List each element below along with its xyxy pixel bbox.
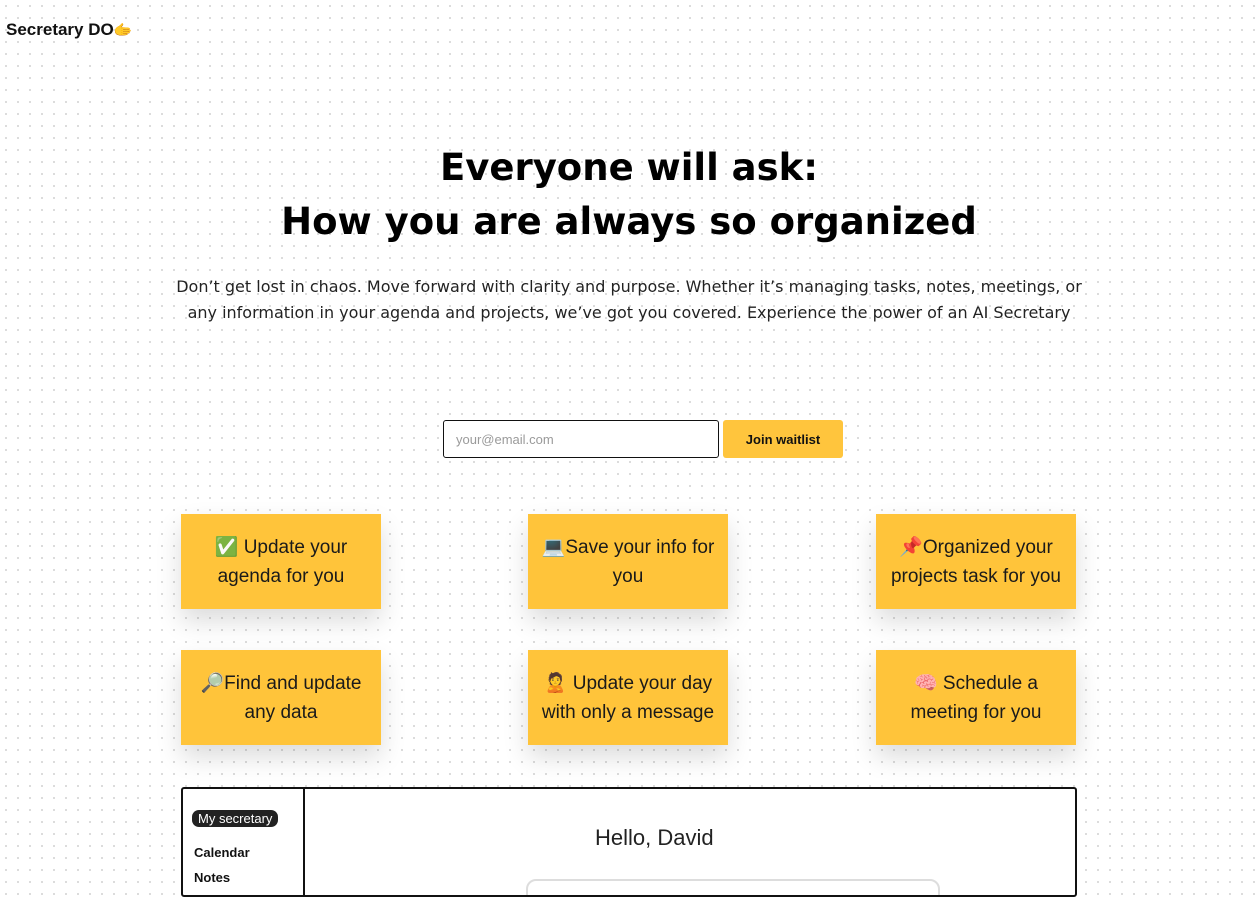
brand-name: Secretary DO <box>6 20 114 39</box>
feature-card-schedule: 🧠 Schedule a meeting for you <box>876 650 1076 745</box>
hero-title-line-2: How you are always so organized <box>281 200 977 243</box>
email-input[interactable] <box>443 420 719 458</box>
preview-sidebar: My secretary Calendar Notes <box>183 789 305 895</box>
hero-title-line-1: Everyone will ask: <box>439 146 819 189</box>
feature-card-text: ✅ Update your agenda for you <box>214 536 348 587</box>
preview-greeting: Hello, David <box>595 825 714 850</box>
preview-sidebar-item-notes: Notes <box>194 870 231 885</box>
preview-chat-input <box>526 879 940 895</box>
feature-card-projects: 📌Organized your projects task for you <box>876 514 1076 609</box>
feature-card-save-info: 💻Save your info for you <box>528 514 728 609</box>
feature-card-agenda: ✅ Update your agenda for you <box>181 514 381 609</box>
join-waitlist-button[interactable]: Join waitlist <box>723 420 843 458</box>
feature-card-text: 🙎 Update your day with only a message <box>541 672 715 723</box>
feature-card-update-day: 🙎 Update your day with only a message <box>528 650 728 745</box>
feature-card-find-data: 🔎Find and update any data <box>181 650 381 745</box>
hero-subtitle: Don’t get lost in chaos. Move forward wi… <box>176 277 1082 322</box>
app-preview: My secretary Calendar Notes Hello, David <box>181 787 1077 897</box>
preview-sidebar-item-calendar: Calendar <box>194 845 250 860</box>
feature-card-text: 🧠 Schedule a meeting for you <box>910 672 1042 723</box>
preview-sidebar-title: My secretary <box>192 810 279 827</box>
handshake-icon: 🫱 <box>113 22 133 39</box>
feature-card-text: 🔎Find and update any data <box>200 672 362 723</box>
feature-card-text: 💻Save your info for you <box>541 536 715 587</box>
feature-card-text: 📌Organized your projects task for you <box>890 536 1062 587</box>
brand-logo[interactable]: Secretary DO🫱 <box>6 20 132 40</box>
